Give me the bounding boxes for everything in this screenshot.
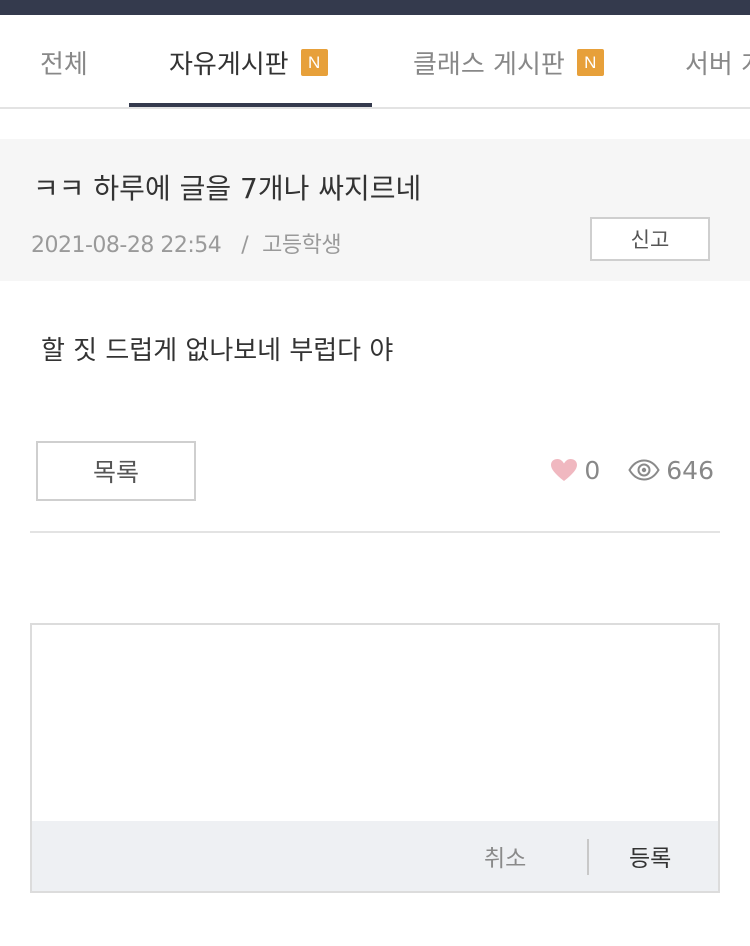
post-title: ㅋㅋ 하루에 글을 7개나 싸지르네 [33,172,422,205]
view-count: 646 [666,455,714,485]
active-tab-indicator [129,103,372,107]
comment-input[interactable] [32,625,718,821]
tab-server-board[interactable]: 서버 게 [685,15,750,107]
tab-label: 자유게시판 [169,49,289,80]
tab-all[interactable]: 전체 [40,15,88,107]
comment-form: 취소 등록 [30,623,720,893]
like-count: 0 [584,455,601,485]
submit-button[interactable]: 등록 [629,839,671,873]
comment-actions: 취소 등록 [32,821,718,891]
heart-icon [550,458,578,482]
like-stat[interactable]: 0 [550,456,600,485]
action-separator [587,839,589,875]
view-stat: 646 [628,456,714,485]
top-bar [0,0,750,15]
post-date: 2021-08-28 22:54 [31,233,222,258]
eye-icon [628,459,660,481]
tab-label: 서버 게 [685,49,750,80]
list-button[interactable]: 목록 [36,441,196,501]
tab-class-board[interactable]: 클래스 게시판 N [413,15,604,107]
tab-label: 클래스 게시판 [413,49,565,80]
new-badge: N [576,48,604,76]
tab-free-board[interactable]: 자유게시판 N [169,15,328,107]
board-tabs: 전체 자유게시판 N 클래스 게시판 N 서버 게 [0,15,750,109]
post-body: 할 짓 드럽게 없나보네 부럽다 야 [41,336,394,366]
post-author[interactable]: 고등학생 [262,233,341,258]
meta-separator: / [241,233,249,258]
tab-label: 전체 [40,49,88,80]
new-badge: N [300,48,328,76]
content-divider [30,531,720,533]
post-header: ㅋㅋ 하루에 글을 7개나 싸지르네 2021-08-28 22:54 / 고등학생… [0,139,750,281]
post-stats: 0 646 [550,452,714,488]
report-button[interactable]: 신고 [590,217,710,261]
post-meta: 2021-08-28 22:54 / 고등학생 [31,227,342,259]
cancel-button[interactable]: 취소 [484,839,526,873]
